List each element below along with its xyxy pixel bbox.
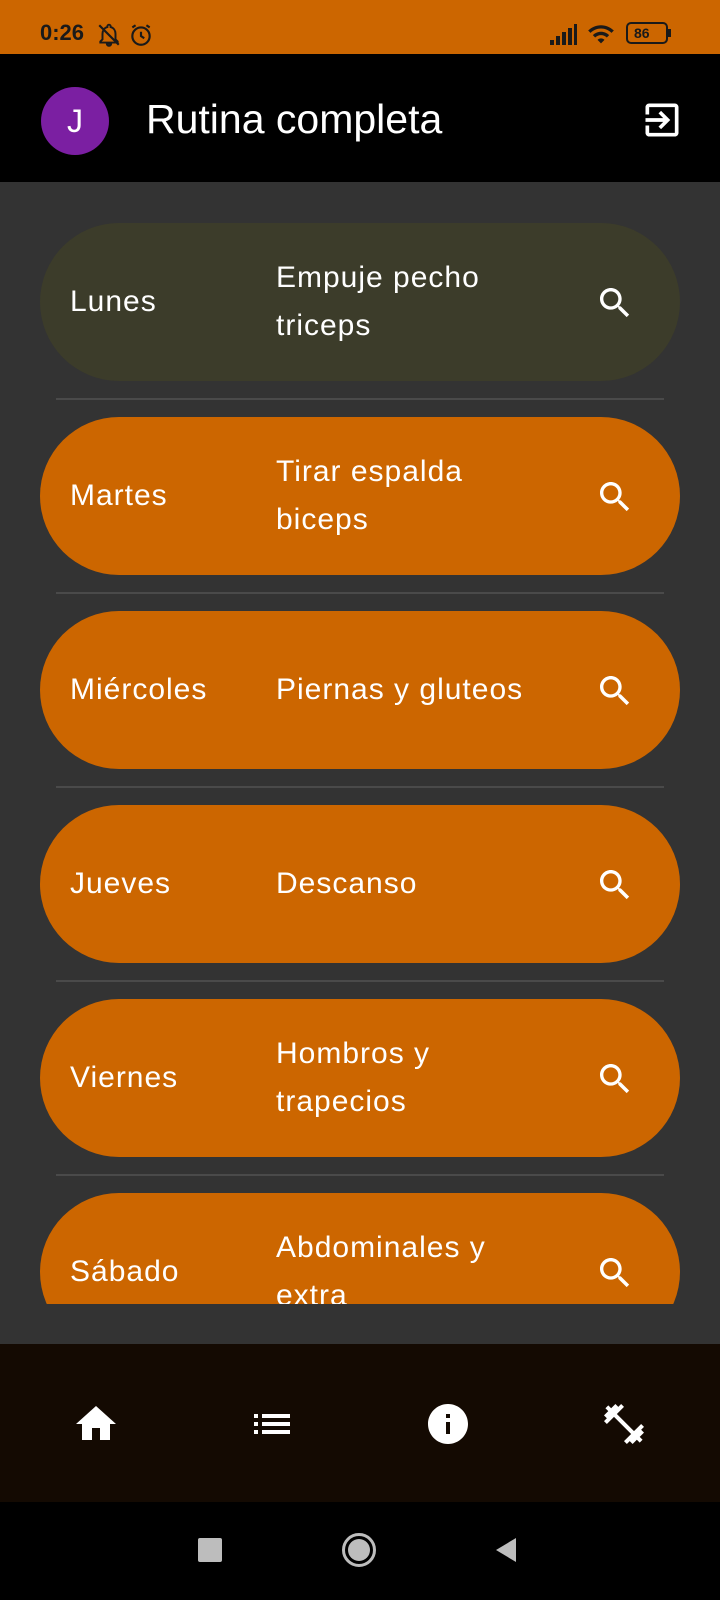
back-button[interactable]	[494, 1536, 518, 1564]
routine-row-jueves[interactable]: Jueves Descanso	[40, 805, 680, 963]
battery-icon: 86	[626, 22, 668, 44]
search-icon[interactable]	[595, 671, 635, 711]
info-icon[interactable]	[424, 1400, 472, 1448]
system-nav-bar	[0, 1502, 720, 1600]
search-icon[interactable]	[595, 283, 635, 323]
routine-row-lunes[interactable]: Lunes Empuje pecho triceps	[40, 223, 680, 381]
battery-level: 86	[634, 25, 650, 41]
signal-icon	[550, 24, 577, 45]
battery-tip	[668, 29, 671, 37]
row-day: Lunes	[70, 285, 157, 318]
divider	[56, 592, 664, 594]
row-day: Viernes	[70, 1061, 179, 1094]
recents-button[interactable]	[198, 1538, 222, 1562]
list-icon[interactable]	[248, 1400, 296, 1448]
avatar[interactable]: J	[41, 87, 109, 155]
home-button[interactable]	[342, 1533, 376, 1567]
divider	[56, 980, 664, 982]
search-icon[interactable]	[595, 865, 635, 905]
row-day: Jueves	[70, 867, 172, 900]
row-description: Tirar espalda biceps	[276, 455, 463, 536]
dumbbell-icon[interactable]	[600, 1400, 648, 1448]
row-day: Miércoles	[70, 673, 208, 706]
status-bar: 0:26 86	[0, 0, 720, 54]
wifi-icon	[588, 25, 614, 44]
page-title: Rutina completa	[146, 96, 443, 142]
search-icon[interactable]	[595, 1059, 635, 1099]
row-description: Hombros y trapecios	[276, 1037, 431, 1118]
row-description: Empuje pecho triceps	[276, 261, 480, 342]
app-bar: J Rutina completa	[0, 54, 720, 182]
alarm-icon	[131, 24, 151, 46]
avatar-letter: J	[67, 103, 83, 139]
row-description: Descanso	[276, 867, 418, 900]
routine-row-miercoles[interactable]: Miércoles Piernas y gluteos	[40, 611, 680, 769]
search-icon[interactable]	[595, 477, 635, 517]
search-icon[interactable]	[595, 1253, 635, 1293]
routine-list[interactable]: Lunes Empuje pecho triceps Martes Tirar …	[0, 182, 720, 1304]
home-icon[interactable]	[72, 1400, 120, 1448]
row-day: Martes	[70, 479, 168, 512]
row-description: Piernas y gluteos	[276, 673, 524, 706]
routine-row-viernes[interactable]: Viernes Hombros y trapecios	[40, 999, 680, 1157]
home-button-dot	[348, 1539, 370, 1561]
row-description: Abdominales y extra	[276, 1231, 486, 1304]
logout-icon[interactable]	[640, 98, 684, 142]
routine-row-martes[interactable]: Martes Tirar espalda biceps	[40, 417, 680, 575]
notifications-off-icon	[98, 23, 120, 47]
bottom-nav	[0, 1344, 720, 1502]
divider	[56, 1174, 664, 1176]
divider	[56, 398, 664, 400]
divider	[56, 786, 664, 788]
routine-row-sabado[interactable]: Sábado Abdominales y extra	[40, 1193, 680, 1304]
status-time: 0:26	[40, 20, 85, 45]
row-day: Sábado	[70, 1255, 180, 1288]
